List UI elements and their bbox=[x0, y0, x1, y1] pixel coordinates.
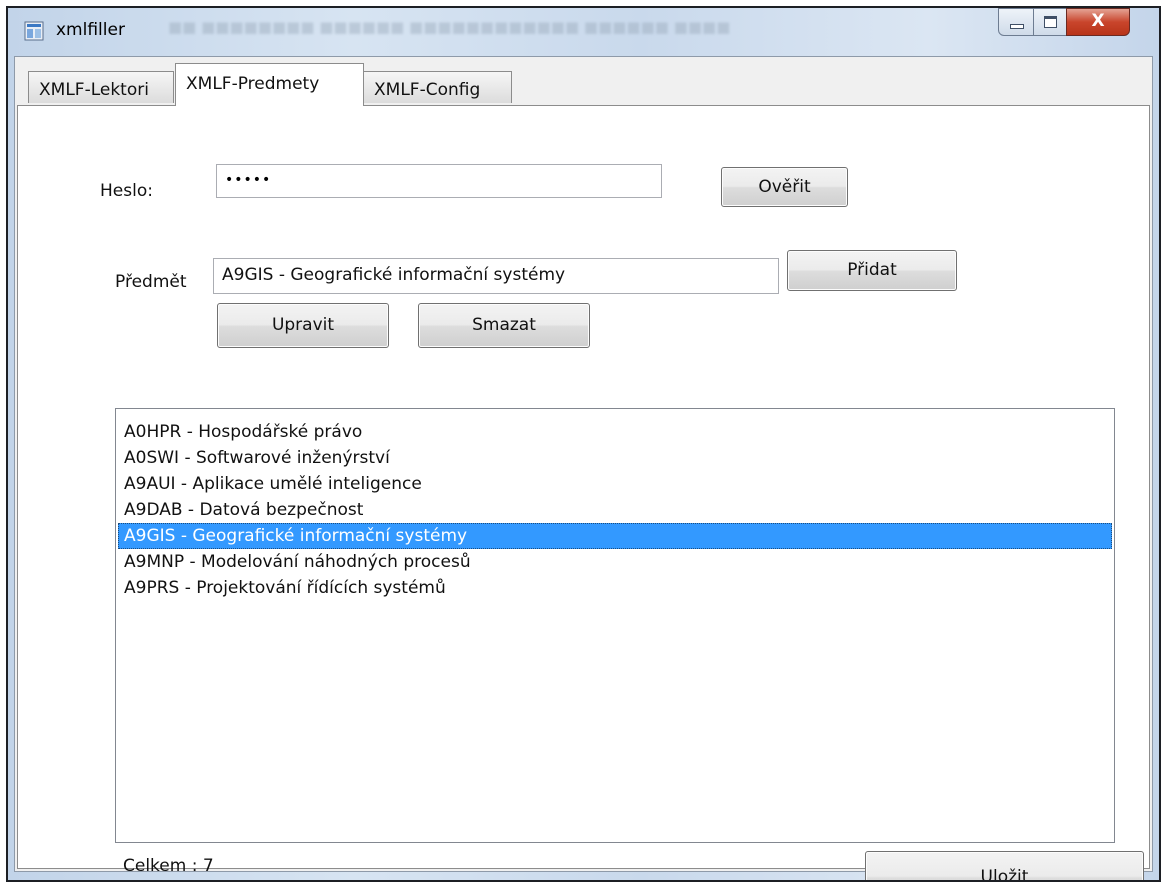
list-item[interactable]: A9AUI - Aplikace umělé inteligence bbox=[118, 471, 1112, 497]
minimize-button[interactable] bbox=[998, 8, 1034, 36]
tab-label: XMLF-Predmety bbox=[186, 74, 320, 94]
subject-field[interactable]: A9GIS - Geografické informační systémy bbox=[213, 258, 779, 294]
list-item-selected[interactable]: A9GIS - Geografické informační systémy bbox=[118, 523, 1112, 549]
edit-button[interactable]: Upravit bbox=[217, 303, 389, 348]
password-label: Heslo: bbox=[100, 181, 153, 201]
tab-xmlf-predmety[interactable]: XMLF-Predmety bbox=[175, 63, 364, 106]
subject-label: Předmět bbox=[115, 272, 187, 292]
background-artifact: ■■ ■■■■■■■■ ■■■■■■ ■■■■■■■■■■■■ ■■■■■■ ■… bbox=[168, 18, 731, 36]
list-item[interactable]: A9DAB - Datová bezpečnost bbox=[118, 497, 1112, 523]
minimize-icon bbox=[1010, 24, 1024, 29]
tab-xmlf-config[interactable]: XMLF-Config bbox=[363, 71, 512, 103]
save-button[interactable]: Uložit bbox=[865, 851, 1144, 880]
app-window: xmlfiller ■■ ■■■■■■■■ ■■■■■■ ■■■■■■■■■■■… bbox=[6, 6, 1161, 882]
title-bar[interactable]: xmlfiller ■■ ■■■■■■■■ ■■■■■■ ■■■■■■■■■■■… bbox=[8, 8, 1159, 60]
close-icon: X bbox=[1091, 11, 1105, 31]
close-button[interactable]: X bbox=[1066, 8, 1130, 36]
tab-strip: XMLF-Lektori XMLF-Predmety XMLF-Config bbox=[15, 57, 1152, 106]
list-item[interactable]: A9PRS - Projektování řídících systémů bbox=[118, 575, 1112, 601]
tab-xmlf-lektori[interactable]: XMLF-Lektori bbox=[28, 71, 174, 103]
add-button[interactable]: Přidat bbox=[787, 250, 957, 291]
subjects-list[interactable]: A0HPR - Hospodářské právo A0SWI - Softwa… bbox=[115, 408, 1115, 843]
predmety-panel: Heslo: ••••• Ověřit Předmět A9GIS - Geog… bbox=[17, 105, 1150, 880]
list-item[interactable]: A0SWI - Softwarové inženýrství bbox=[118, 445, 1112, 471]
tab-label: XMLF-Config bbox=[374, 80, 481, 100]
password-field[interactable]: ••••• bbox=[216, 164, 662, 198]
client-area: XMLF-Lektori XMLF-Predmety XMLF-Config H… bbox=[14, 56, 1153, 880]
maximize-button[interactable] bbox=[1033, 8, 1067, 36]
tab-label: XMLF-Lektori bbox=[39, 80, 149, 100]
list-item[interactable]: A0HPR - Hospodářské právo bbox=[118, 419, 1112, 445]
count-label: Celkem : 7 bbox=[123, 856, 214, 876]
maximize-icon bbox=[1044, 16, 1057, 28]
window-title: xmlfiller bbox=[56, 20, 125, 40]
list-item[interactable]: A9MNP - Modelování náhodných procesů bbox=[118, 549, 1112, 575]
delete-button[interactable]: Smazat bbox=[418, 303, 590, 348]
app-icon bbox=[24, 20, 46, 42]
verify-button[interactable]: Ověřit bbox=[721, 167, 848, 207]
